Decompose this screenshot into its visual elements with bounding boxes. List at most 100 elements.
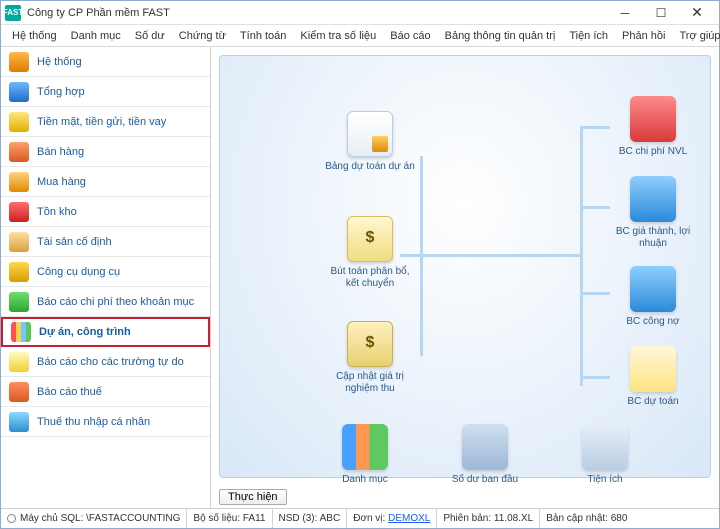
sidebar-item-he-thong[interactable]: Hệ thống: [1, 47, 210, 77]
menu-kiem-tra[interactable]: Kiểm tra số liệu: [293, 30, 383, 42]
menu-tien-ich[interactable]: Tiện ích: [562, 30, 615, 42]
menu-bao-cao[interactable]: Báo cáo: [383, 30, 437, 42]
report-red-icon: [630, 96, 676, 142]
sidebar-item-ton-kho[interactable]: Tồn kho: [1, 197, 210, 227]
sidebar-item-label: Tổng hợp: [37, 86, 85, 98]
asset-icon: [9, 232, 29, 252]
status-update: Bản cập nhật: 680: [540, 509, 633, 528]
sidebar-item-tien-mat[interactable]: Tiền mặt, tiền gửi, tiền vay: [1, 107, 210, 137]
tile-so-du-ban-dau[interactable]: Số dư ban đầu: [435, 424, 535, 486]
sidebar-item-tong-hop[interactable]: Tổng hợp: [1, 77, 210, 107]
status-unit: Đơn vị: DEMOXL: [347, 509, 437, 528]
tile-bc-gia-thanh[interactable]: BC giá thành, lợi nhuận: [608, 176, 698, 250]
execute-button[interactable]: Thực hiện: [219, 489, 287, 505]
tile-label: Số dư ban đầu: [435, 474, 535, 486]
flow-connector: [400, 254, 580, 257]
menu-tinh-toan[interactable]: Tính toán: [233, 30, 293, 42]
tile-bc-cong-no[interactable]: BC công nợ: [608, 266, 698, 328]
sidebar-item-bc-thue[interactable]: Báo cáo thuế: [1, 377, 210, 407]
flow-connector: [580, 126, 610, 129]
menubar: Hệ thống Danh mục Số dư Chứng từ Tính to…: [1, 25, 719, 47]
tax-icon: [9, 382, 29, 402]
toolbox-icon: [582, 424, 628, 470]
tile-bc-chi-phi-nvl[interactable]: BC chi phí NVL: [608, 96, 698, 158]
sidebar-item-label: Công cụ dụng cụ: [37, 266, 120, 278]
document-icon: [347, 111, 393, 157]
execute-bar: Thực hiện: [211, 486, 719, 508]
bars-icon: [9, 82, 29, 102]
menu-so-du[interactable]: Số dư: [128, 30, 172, 42]
tile-bang-du-toan[interactable]: Bảng dự toán dự án: [325, 111, 415, 173]
menu-phan-hoi[interactable]: Phản hồi: [615, 30, 672, 42]
workspace: Bảng dự toán dự án Bút toán phân bổ, kết…: [211, 47, 719, 508]
menu-chung-tu[interactable]: Chứng từ: [172, 30, 233, 42]
box-icon: [9, 172, 29, 192]
sidebar-item-ban-hang[interactable]: Bán hàng: [1, 137, 210, 167]
sidebar-item-label: Báo cáo chi phí theo khoản mục: [37, 296, 194, 308]
sidebar-item-label: Hệ thống: [37, 56, 82, 68]
flow-connector: [580, 206, 610, 209]
book-icon: [9, 202, 29, 222]
catalog-icon: [342, 424, 388, 470]
status-dataset: Bộ số liệu: FA11: [187, 509, 272, 528]
ledger-icon: [347, 216, 393, 262]
status-host: Máy chủ SQL: \FASTACCOUNTING: [1, 509, 187, 528]
report-icon: [9, 292, 29, 312]
balance-icon: [462, 424, 508, 470]
menu-tro-giup[interactable]: Trợ giúp: [672, 30, 720, 42]
tile-label: Bảng dự toán dự án: [325, 161, 415, 173]
flow-connector: [580, 292, 610, 295]
sidebar-item-bc-chi-phi[interactable]: Báo cáo chi phí theo khoản mục: [1, 287, 210, 317]
sidebar-item-cong-cu[interactable]: Công cụ dụng cụ: [1, 257, 210, 287]
status-unit-label: Đơn vị:: [353, 513, 385, 524]
sidebar-item-mua-hang[interactable]: Mua hàng: [1, 167, 210, 197]
menu-bang-thong-tin[interactable]: Bảng thông tin quản trị: [438, 30, 563, 42]
flow-connector: [580, 126, 583, 386]
status-user: NSD (3): ABC: [273, 509, 348, 528]
sidebar-item-label: Tài sản cố định: [37, 236, 112, 248]
tile-label: BC công nợ: [608, 316, 698, 328]
sidebar-item-label: Mua hàng: [37, 176, 86, 188]
tile-bc-du-toan[interactable]: BC dự toán: [608, 346, 698, 408]
titlebar: FAST Công ty CP Phần mềm FAST ─ ☐ ✕: [1, 1, 719, 25]
tile-but-toan[interactable]: Bút toán phân bổ, kết chuyển: [325, 216, 415, 290]
sidebar-item-du-an[interactable]: Dự án, công trình: [1, 317, 210, 347]
tile-cap-nhat[interactable]: Cập nhật giá trị nghiệm thu: [325, 321, 415, 395]
sidebar-item-label: Báo cáo thuế: [37, 386, 102, 398]
report-debt-icon: [630, 266, 676, 312]
close-button[interactable]: ✕: [679, 2, 715, 24]
status-version: Phiên bản: 11.08.XL: [437, 509, 540, 528]
tool-icon: [9, 262, 29, 282]
status-host-label: Máy chủ SQL: \FASTACCOUNTING: [20, 513, 180, 524]
sidebar-item-thue-tncn[interactable]: Thuế thu nhập cá nhân: [1, 407, 210, 437]
tile-label: Bút toán phân bổ, kết chuyển: [325, 266, 415, 290]
menu-he-thong[interactable]: Hệ thống: [5, 30, 64, 42]
menu-danh-muc[interactable]: Danh mục: [64, 30, 128, 42]
tile-tien-ich[interactable]: Tiện ích: [555, 424, 655, 486]
tile-label: Cập nhật giá trị nghiệm thu: [325, 371, 415, 395]
sidebar-item-label: Báo cáo cho các trường tự do: [37, 356, 184, 368]
report-note-icon: [630, 346, 676, 392]
statusbar: Máy chủ SQL: \FASTACCOUNTING Bộ số liệu:…: [1, 508, 719, 528]
sidebar-item-label: Tồn kho: [37, 206, 77, 218]
minimize-button[interactable]: ─: [607, 2, 643, 24]
tile-label: Tiện ích: [555, 474, 655, 486]
sidebar: Hệ thống Tổng hợp Tiền mặt, tiền gửi, ti…: [1, 47, 211, 508]
main-area: Hệ thống Tổng hợp Tiền mặt, tiền gửi, ti…: [1, 47, 719, 508]
flow-connector: [420, 156, 423, 356]
tile-label: BC chi phí NVL: [608, 146, 698, 158]
sidebar-item-label: Tiền mặt, tiền gửi, tiền vay: [37, 116, 166, 128]
window-title: Công ty CP Phần mềm FAST: [27, 7, 607, 19]
sidebar-item-label: Dự án, công trình: [39, 326, 131, 338]
radio-icon: [7, 514, 16, 523]
flow-connector: [580, 376, 610, 379]
tile-danh-muc[interactable]: Danh mục: [315, 424, 415, 486]
sidebar-item-bc-truong-tu-do[interactable]: Báo cáo cho các trường tự do: [1, 347, 210, 377]
cart-icon: [9, 142, 29, 162]
report-blue-icon: [630, 176, 676, 222]
status-unit-link[interactable]: DEMOXL: [388, 513, 430, 524]
sidebar-item-tai-san[interactable]: Tài sản cố định: [1, 227, 210, 257]
maximize-button[interactable]: ☐: [643, 2, 679, 24]
gear-icon: [9, 52, 29, 72]
bulb-icon: [9, 352, 29, 372]
